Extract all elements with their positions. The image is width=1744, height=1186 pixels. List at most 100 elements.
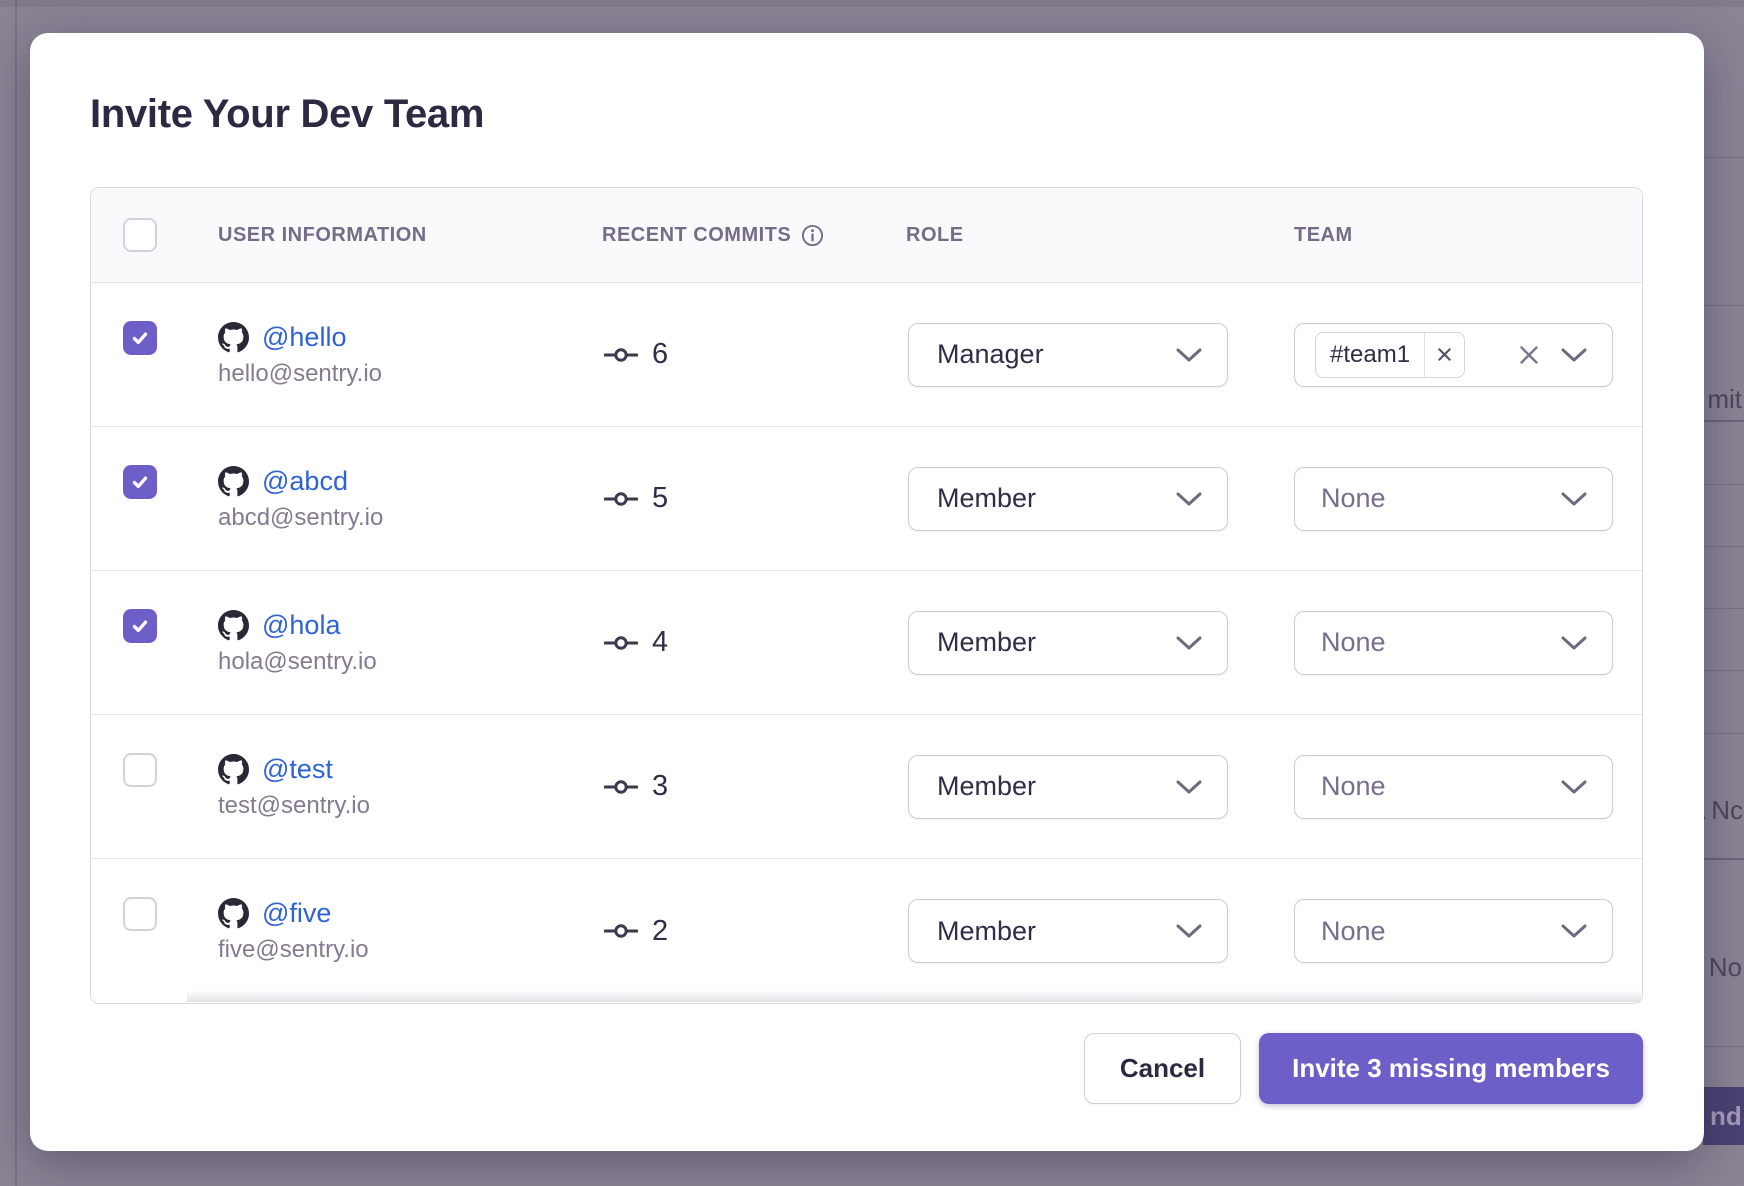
git-commit-icon [604,346,638,364]
user-info-cell: @hola hola@sentry.io [218,610,602,676]
github-icon [218,898,249,929]
row-checkbox[interactable] [123,897,157,931]
commit-count: 2 [652,915,668,948]
recent-commits-cell: 2 [602,915,906,948]
cancel-button[interactable]: Cancel [1084,1033,1241,1104]
team-select[interactable]: None [1294,467,1613,531]
recent-commits-cell: 5 [602,482,906,515]
role-cell: Manager [906,323,1294,387]
backdrop-row-divider [1703,420,1744,422]
recent-commits-cell: 6 [602,338,906,371]
github-username-link[interactable]: @five [262,898,331,929]
chevron-down-icon [1560,491,1588,507]
table-header-row: USER INFORMATION RECENT COMMITS ROLE TEA… [91,188,1642,283]
backdrop-row-divider [1703,157,1744,158]
github-username-link[interactable]: @test [262,754,333,785]
row-checkbox[interactable] [123,609,157,643]
row-checkbox[interactable] [123,465,157,499]
column-header-user: USER INFORMATION [218,224,602,247]
team-select-value: None [1321,916,1386,947]
backdrop-row-divider [1703,1046,1744,1047]
member-row: @test test@sentry.io 3 Member [91,715,1642,859]
role-cell: Member [906,467,1294,531]
team-select[interactable]: None [1294,755,1613,819]
github-username-link[interactable]: @hello [262,322,346,353]
info-icon[interactable] [801,224,824,247]
user-email: hello@sentry.io [218,360,602,388]
role-cell: Member [906,899,1294,963]
user-email: abcd@sentry.io [218,504,602,532]
role-select[interactable]: Manager [908,323,1228,387]
row-checkbox-cell [91,571,218,714]
role-select-value: Manager [937,339,1044,370]
recent-commits-cell: 4 [602,626,906,659]
role-select[interactable]: Member [908,467,1228,531]
close-icon [1518,344,1540,366]
row-checkbox-cell [91,859,218,1003]
team-cell: None [1294,467,1642,531]
backdrop-text-fragment: mit [1707,384,1742,415]
remove-team-chip-button[interactable] [1424,333,1464,377]
row-checkbox[interactable] [123,321,157,355]
role-select[interactable]: Member [908,899,1228,963]
user-info-cell: @hello hello@sentry.io [218,322,602,388]
team-chip-label: #team1 [1316,341,1424,369]
commit-count: 3 [652,770,668,803]
github-icon [218,466,249,497]
team-select[interactable]: None [1294,899,1613,963]
checkmark-icon [130,328,150,348]
column-header-commits: RECENT COMMITS [602,224,906,247]
role-select-value: Member [937,627,1036,658]
role-cell: Member [906,755,1294,819]
chevron-down-icon [1560,347,1588,363]
invite-members-button[interactable]: Invite 3 missing members [1259,1033,1643,1104]
github-username-link[interactable]: @hola [262,610,340,641]
chevron-down-icon [1175,347,1203,363]
team-select-value: None [1321,483,1386,514]
invite-dev-team-modal: Invite Your Dev Team USER INFORMATION RE… [30,33,1704,1151]
role-cell: Member [906,611,1294,675]
checkmark-icon [130,472,150,492]
chevron-down-icon [1175,923,1203,939]
role-select-value: Member [937,483,1036,514]
role-select-value: Member [937,771,1036,802]
backdrop-top-edge [0,0,1744,7]
role-select[interactable]: Member [908,755,1228,819]
user-email: five@sentry.io [218,936,602,964]
row-checkbox[interactable] [123,753,157,787]
modal-title: Invite Your Dev Team [90,90,1704,138]
commit-count: 5 [652,482,668,515]
team-multiselect[interactable]: #team1 [1294,323,1613,387]
user-info-cell: @test test@sentry.io [218,754,602,820]
backdrop-right-strip [1703,0,1744,1186]
recent-commits-cell: 3 [602,770,906,803]
row-checkbox-cell [91,715,218,858]
clear-team-button[interactable] [1518,344,1540,366]
github-username-link[interactable]: @abcd [262,466,348,497]
backdrop-row-divider [1703,608,1744,609]
role-select-value: Member [937,916,1036,947]
git-commit-icon [604,778,638,796]
row-checkbox-cell [91,283,218,426]
chevron-down-icon [1560,923,1588,939]
backdrop-row-divider [1703,546,1744,547]
team-chip: #team1 [1315,332,1465,378]
select-all-checkbox[interactable] [123,218,157,252]
chevron-down-icon [1560,635,1588,651]
member-row: @five five@sentry.io 2 Member [91,859,1642,1003]
backdrop-row-divider [1703,305,1744,306]
backdrop-row-divider [1703,670,1744,671]
chevron-down-icon [1175,779,1203,795]
team-select-value: None [1321,771,1386,802]
team-select-value: None [1321,627,1386,658]
team-select[interactable]: None [1294,611,1613,675]
role-select[interactable]: Member [908,611,1228,675]
header-checkbox-cell [91,218,218,252]
backdrop-row-divider [1703,858,1744,860]
github-icon [218,322,249,353]
backdrop-row-divider [1703,484,1744,485]
invite-members-table: USER INFORMATION RECENT COMMITS ROLE TEA… [90,187,1643,1004]
column-header-role: ROLE [906,224,1294,247]
row-checkbox-cell [91,427,218,570]
team-cell: #team1 [1294,323,1642,387]
